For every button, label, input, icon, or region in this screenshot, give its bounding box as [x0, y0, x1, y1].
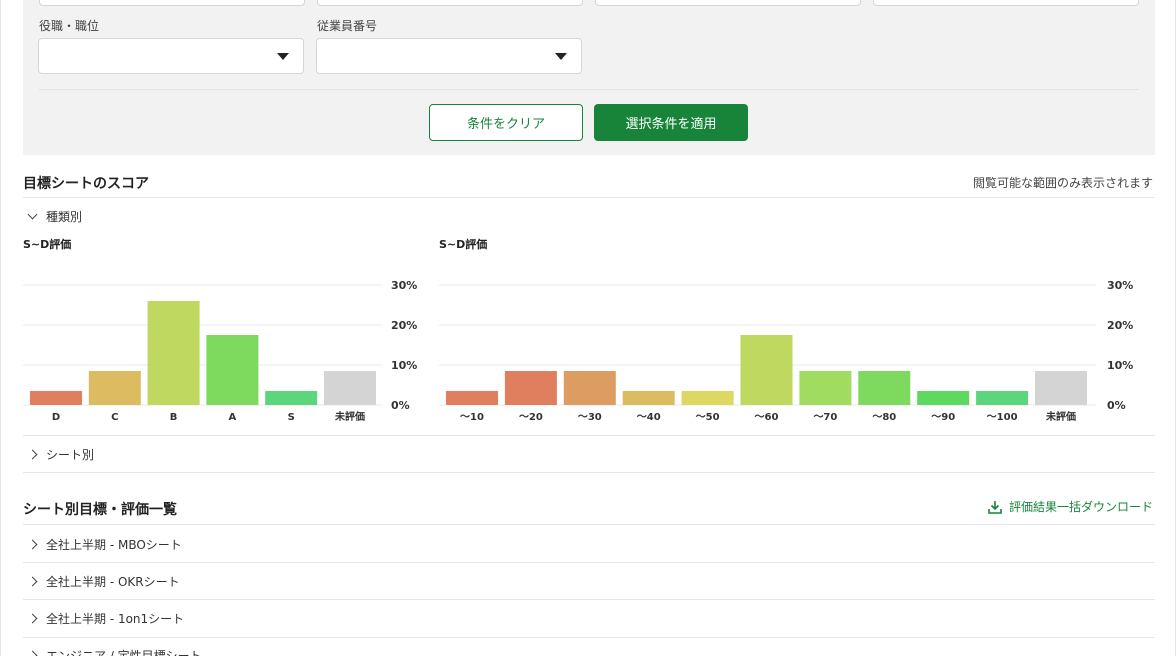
x-tick-label: 〜40 — [637, 412, 661, 423]
sheet-list-item-label: エンジニア / 定性目標シート — [46, 649, 202, 656]
chevron-right-icon — [27, 576, 38, 587]
caret-down-icon — [555, 53, 567, 60]
x-tick-label: 〜100 — [987, 412, 1018, 423]
y-tick-label: 30% — [1107, 279, 1133, 292]
divider — [23, 562, 1155, 563]
accordion-by-sheet-label: シート別 — [46, 448, 95, 462]
chevron-right-icon — [27, 449, 38, 460]
chevron-right-icon — [27, 650, 38, 656]
chevron-right-icon — [27, 539, 38, 550]
employee-number-select[interactable] — [316, 38, 582, 74]
bar — [563, 371, 616, 405]
bar — [1035, 371, 1087, 405]
accordion-by-sheet[interactable]: シート別 — [27, 446, 95, 463]
sheet-list-item-label: 全社上半期 - OKRシート — [46, 575, 180, 589]
x-tick-label: 〜10 — [460, 412, 484, 423]
position-select[interactable] — [38, 38, 304, 74]
sheet-list-item[interactable]: エンジニア / 定性目標シート — [27, 647, 202, 656]
bulk-download-link[interactable]: 評価結果一括ダウンロード — [987, 498, 1153, 515]
y-tick-label: 10% — [391, 359, 417, 372]
y-tick-label: 0% — [391, 399, 410, 412]
sheet-list-item[interactable]: 全社上半期 - 1on1シート — [27, 610, 185, 627]
chevron-right-icon — [27, 613, 38, 624]
filter-panel: 役職・職位 従業員番号 条件をクリア 選択条件を適用 — [23, 0, 1155, 155]
clear-conditions-button[interactable]: 条件をクリア — [429, 104, 583, 141]
y-tick-label: 10% — [1107, 359, 1133, 372]
sheet-list-item[interactable]: 全社上半期 - MBOシート — [27, 536, 182, 553]
x-tick-label: 未評価 — [334, 410, 365, 423]
y-tick-label: 30% — [391, 279, 417, 292]
bar — [976, 391, 1029, 405]
position-label: 役職・職位 — [39, 19, 100, 33]
bar — [265, 391, 318, 405]
x-tick-label: 〜70 — [813, 412, 837, 423]
x-tick-label: 〜20 — [519, 412, 543, 423]
accordion-by-type[interactable]: 種類別 — [27, 208, 83, 225]
divider — [23, 524, 1155, 525]
caret-down-icon — [277, 53, 289, 60]
y-tick-label: 20% — [391, 319, 417, 332]
x-tick-label: D — [52, 412, 60, 423]
sheet-list-item-label: 全社上半期 - 1on1シート — [46, 612, 185, 626]
sheet-list-item-label: 全社上半期 - MBOシート — [46, 538, 182, 552]
bar — [622, 391, 675, 405]
x-tick-label: C — [111, 412, 118, 423]
bulk-download-label: 評価結果一括ダウンロード — [1008, 500, 1153, 514]
chart-title-right: S~D評価 — [439, 238, 488, 251]
y-tick-label: 20% — [1107, 319, 1133, 332]
chevron-down-icon — [27, 209, 38, 220]
bar — [799, 371, 852, 405]
divider — [23, 472, 1155, 473]
x-tick-label: 〜50 — [696, 412, 720, 423]
bar — [147, 301, 200, 405]
chart-title-left: S~D評価 — [23, 238, 72, 251]
bar — [324, 371, 376, 405]
x-tick-label: A — [229, 412, 237, 423]
sheet-list-item[interactable]: 全社上半期 - OKRシート — [27, 573, 180, 590]
sheet-list-title: シート別目標・評価一覧 — [23, 502, 177, 518]
visibility-note: 閲覧可能な範囲のみ表示されます — [972, 176, 1153, 190]
divider — [23, 435, 1155, 436]
bar — [917, 391, 970, 405]
x-tick-label: S — [288, 412, 295, 423]
filter-select-partial[interactable] — [595, 0, 861, 6]
bar — [30, 391, 82, 405]
bar — [446, 391, 498, 405]
filter-select-partial[interactable] — [317, 0, 583, 6]
y-tick-label: 0% — [1107, 399, 1126, 412]
apply-conditions-button[interactable]: 選択条件を適用 — [594, 104, 748, 141]
x-tick-label: 未評価 — [1045, 410, 1076, 423]
x-tick-label: 〜80 — [872, 412, 896, 423]
bar — [504, 371, 557, 405]
bar — [88, 371, 141, 405]
divider — [39, 89, 1139, 90]
divider — [23, 599, 1155, 600]
accordion-by-type-label: 種類別 — [46, 210, 83, 224]
bar — [681, 391, 734, 405]
bar — [740, 335, 793, 405]
employee-number-label: 従業員番号 — [317, 19, 378, 33]
x-tick-label: 〜60 — [755, 412, 779, 423]
filter-select-partial[interactable] — [39, 0, 305, 6]
page: 役職・職位 従業員番号 条件をクリア 選択条件を適用 目標シートのスコア 閲覧可… — [0, 0, 1176, 656]
bar — [206, 335, 259, 405]
download-icon — [988, 500, 1002, 514]
score-distribution-chart: 0% 10% 20% 30% 〜10 〜20 〜30 〜40 〜50 〜60 〜70 〜80 〜90 〜1… — [439, 279, 1133, 423]
grade-distribution-chart: 0% 10% 20% 30% D C B A S 未評価 — [23, 279, 417, 423]
bar — [858, 371, 911, 405]
divider — [23, 637, 1155, 638]
x-tick-label: 〜90 — [931, 412, 955, 423]
x-tick-label: 〜30 — [578, 412, 602, 423]
score-section-title: 目標シートのスコア — [23, 176, 149, 192]
x-tick-label: B — [170, 412, 178, 423]
filter-select-partial[interactable] — [873, 0, 1139, 6]
divider — [23, 197, 1155, 198]
